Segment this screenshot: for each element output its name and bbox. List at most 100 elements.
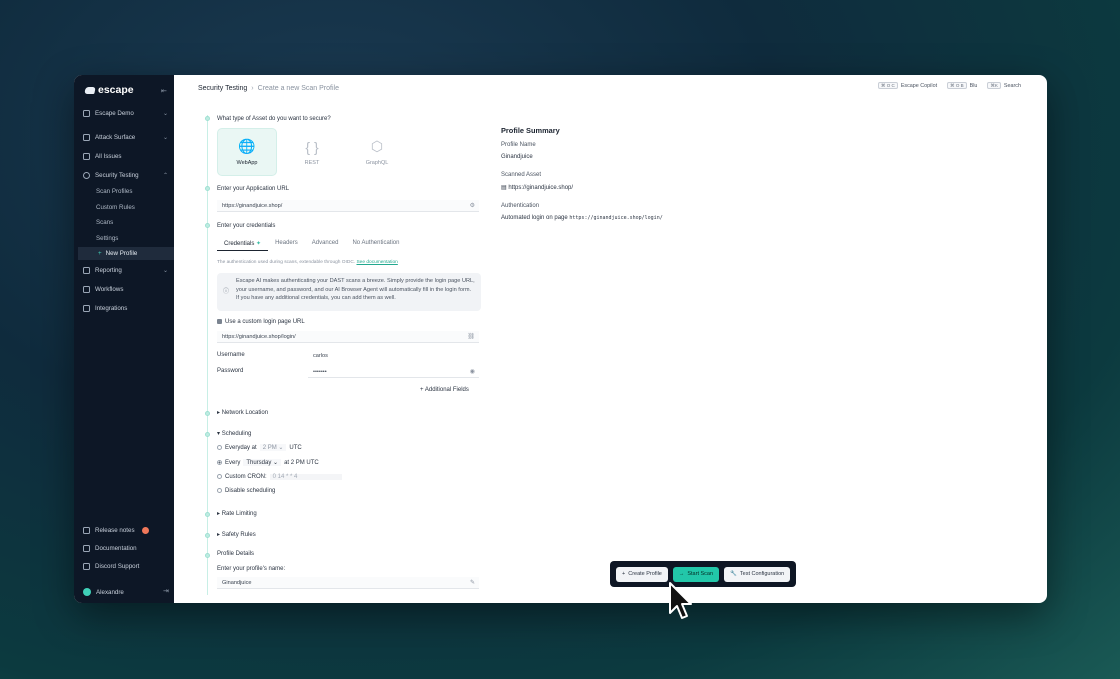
- test-configuration-button[interactable]: 🔧 Test Configuration: [724, 566, 791, 582]
- app-window: escape ⇤ Escape Demo ⌄ Attack Surface ⌄ …: [74, 75, 1047, 603]
- collapse-sidebar-icon[interactable]: ⇤: [161, 87, 167, 95]
- schedule-weekly-option[interactable]: Every Thursday ⌄ at 2 PM UTC: [217, 459, 319, 466]
- search-button[interactable]: ⌘K Search: [987, 82, 1021, 89]
- section-label: Network Location: [221, 410, 269, 416]
- button-label: Start Scan: [687, 571, 714, 577]
- sidebar-subitem-custom-rules[interactable]: Custom Rules: [96, 201, 135, 213]
- blu-button[interactable]: ⌘ O B Blu: [947, 82, 978, 89]
- custom-login-checkbox[interactable]: Use a custom login page URL: [217, 319, 305, 325]
- asset-option-webapp[interactable]: 🌐 WebApp: [217, 128, 277, 176]
- cron-input[interactable]: 0 14 * * 4: [269, 474, 342, 481]
- sidebar-item-workflows[interactable]: Workflows: [83, 283, 123, 295]
- schedule-disable-option[interactable]: Disable scheduling: [217, 488, 275, 494]
- schedule-everyday-option[interactable]: Everyday at 2 PM ⌄ UTC: [217, 444, 302, 451]
- sidebar-item-security-testing[interactable]: Security Testing ⌃: [83, 169, 168, 181]
- sidebar-item-label: Integrations: [95, 304, 128, 312]
- sidebar-item-label: Security Testing: [95, 171, 139, 179]
- breadcrumb-root[interactable]: Security Testing: [198, 85, 247, 92]
- radio-button[interactable]: [217, 474, 222, 479]
- asset-option-label: GraphQL: [365, 160, 389, 166]
- issues-icon: [83, 152, 90, 160]
- scheduling-toggle[interactable]: ▾ Scheduling: [217, 430, 251, 437]
- time-select[interactable]: 2 PM ⌄: [259, 444, 287, 451]
- blu-label: Blu: [969, 83, 978, 89]
- server-icon: ▤: [501, 185, 507, 191]
- sidebar-item-label: Release notes: [95, 526, 135, 534]
- safety-rules-toggle[interactable]: ▸ Safety Rules: [217, 531, 256, 538]
- rate-limiting-toggle[interactable]: ▸ Rate Limiting: [217, 510, 257, 517]
- org-switcher[interactable]: Escape Demo ⌄: [83, 107, 168, 119]
- username-value: carlos: [313, 353, 328, 359]
- settings-icon[interactable]: ⚙: [470, 202, 475, 209]
- password-value: •••••••: [313, 368, 327, 375]
- link-icon[interactable]: ⛓: [467, 333, 475, 340]
- timeline-dot: [205, 186, 210, 191]
- network-location-toggle[interactable]: ▸ Network Location: [217, 409, 268, 416]
- option-label: Custom CRON:: [225, 474, 267, 481]
- sidebar-item-discord-support[interactable]: Discord Support: [83, 560, 139, 572]
- login-url-input[interactable]: https://ginandjuice.shop/login/ ⛓: [217, 331, 479, 343]
- schedule-cron-option[interactable]: Custom CRON: 0 14 * * 4: [217, 474, 342, 481]
- sidebar-subitem-scans[interactable]: Scans: [96, 216, 113, 228]
- sidebar-item-attack-surface[interactable]: Attack Surface ⌄: [83, 131, 168, 143]
- create-profile-button[interactable]: + Create Profile: [616, 566, 668, 582]
- sidebar-item-new-profile[interactable]: + New Profile: [78, 247, 174, 260]
- timeline-dot: [205, 411, 210, 416]
- info-text: Escape AI makes authenticating your DAST…: [236, 278, 475, 301]
- shortcut-badge: ⌘K: [987, 82, 1001, 89]
- tab-headers[interactable]: Headers: [268, 237, 305, 251]
- search-icon: [83, 171, 90, 179]
- caret-right-icon: ▸: [217, 410, 221, 416]
- auth-hint: The authentication used during scans, ex…: [217, 260, 398, 265]
- sidebar-subitem-scan-profiles[interactable]: Scan Profiles: [96, 185, 132, 197]
- sidebar-item-all-issues[interactable]: All Issues: [83, 150, 121, 162]
- summary-asset-label: Scanned Asset: [501, 172, 542, 178]
- documentation-link[interactable]: See documentation: [356, 260, 397, 265]
- weekday-value: Thursday: [246, 460, 272, 466]
- org-name: Escape Demo: [95, 109, 134, 117]
- logout-icon[interactable]: ⇥: [163, 587, 169, 595]
- breadcrumb-separator: ›: [251, 84, 254, 92]
- summary-title: Profile Summary: [501, 126, 560, 135]
- eye-icon[interactable]: ◉: [470, 368, 475, 375]
- start-scan-button[interactable]: → Start Scan: [672, 566, 720, 582]
- sidebar-item-integrations[interactable]: Integrations: [83, 302, 127, 314]
- profile-name-input[interactable]: Ginandjuice ✎: [217, 577, 479, 589]
- action-bar: + Create Profile → Start Scan 🔧 Test Con…: [610, 561, 797, 587]
- radio-button-selected[interactable]: [217, 459, 222, 465]
- application-url-input[interactable]: https://ginandjuice.shop/ ⚙: [217, 200, 479, 212]
- asset-option-rest[interactable]: { } REST: [282, 128, 342, 176]
- asset-option-graphql[interactable]: ⬡ GraphQL: [347, 128, 407, 176]
- username-input[interactable]: carlos: [308, 350, 479, 362]
- sidebar-item-label: Workflows: [95, 285, 124, 293]
- notification-badge: [141, 526, 149, 534]
- sidebar-item-release-notes[interactable]: Release notes: [83, 524, 149, 536]
- additional-fields-button[interactable]: + Additional Fields: [420, 387, 469, 393]
- doc-icon: [83, 544, 90, 552]
- checkbox-checked[interactable]: [217, 319, 222, 324]
- workflow-icon: [83, 285, 90, 293]
- sidebar-item-reporting[interactable]: Reporting ⌄: [83, 264, 168, 276]
- password-input[interactable]: ••••••• ◉: [308, 366, 479, 378]
- section-label: Safety Rules: [221, 532, 256, 538]
- radio-button[interactable]: [217, 444, 222, 450]
- tab-no-authentication[interactable]: No Authentication: [345, 237, 406, 251]
- timeline-dot: [205, 533, 210, 538]
- surface-icon: [83, 133, 90, 141]
- brand-logo[interactable]: escape: [84, 84, 134, 96]
- sidebar-item-documentation[interactable]: Documentation: [83, 542, 137, 554]
- radio-button[interactable]: [217, 488, 222, 493]
- copilot-label: Escape Copilot: [900, 83, 938, 89]
- user-menu[interactable]: Alexandre: [83, 586, 124, 598]
- sidebar-item-label: Attack Surface: [95, 133, 136, 141]
- brand-name: escape: [98, 84, 134, 96]
- tab-advanced[interactable]: Advanced: [305, 237, 346, 251]
- copilot-button[interactable]: ⌘ O C Escape Copilot: [878, 82, 938, 89]
- sidebar-subitem-settings[interactable]: Settings: [96, 232, 118, 244]
- chevron-up-icon: ⌃: [163, 172, 169, 179]
- pen-icon[interactable]: ✎: [470, 579, 475, 586]
- asset-question: What type of Asset do you want to secure…: [217, 116, 331, 122]
- tab-credentials[interactable]: Credentials ✦: [217, 237, 269, 251]
- tab-label: Credentials: [224, 241, 255, 247]
- weekday-select[interactable]: Thursday ⌄: [243, 459, 282, 466]
